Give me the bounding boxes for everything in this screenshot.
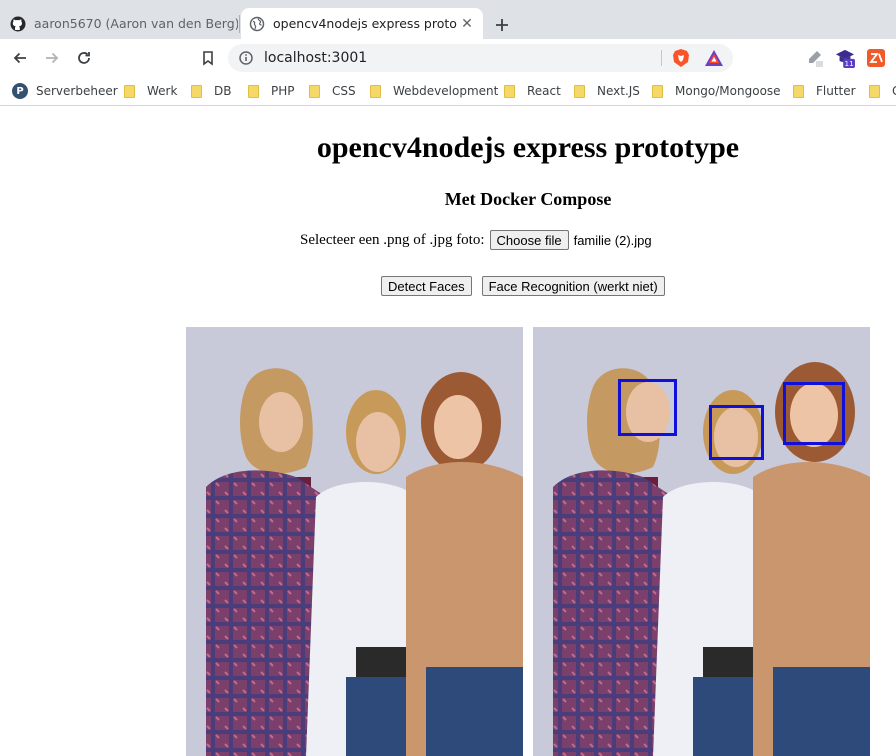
face-box xyxy=(783,382,845,445)
bookmark-webdevelopment[interactable]: Webdevelopment xyxy=(370,81,498,101)
bookmarks-bar: P Serverbeheer Werk DB PHP CSS Webdevelo… xyxy=(0,77,896,106)
close-icon[interactable]: ✕ xyxy=(457,14,477,34)
bookmark-label: Serverbeheer xyxy=(36,84,118,98)
file-upload-row: Selecteer een .png of .jpg foto: Choose … xyxy=(300,230,652,250)
back-button[interactable] xyxy=(7,46,33,70)
bookmark-db[interactable]: DB xyxy=(191,81,231,101)
arrow-left-icon xyxy=(13,52,26,64)
bookmark-mongo[interactable]: Mongo/Mongoose xyxy=(652,81,781,101)
bookmark-g[interactable]: G xyxy=(869,81,896,101)
reload-icon xyxy=(78,52,90,64)
divider xyxy=(661,50,662,66)
reload-button[interactable] xyxy=(71,46,97,70)
tab-strip: aaron5670 (Aaron van den Berg) opencv4no… xyxy=(0,0,896,39)
site-info-icon[interactable] xyxy=(238,50,254,66)
tab-active[interactable]: opencv4nodejs express prototype ✕ xyxy=(241,8,483,39)
bookmark-css[interactable]: CSS xyxy=(309,81,356,101)
eyedropper-icon[interactable] xyxy=(804,48,824,68)
new-tab-button[interactable] xyxy=(490,13,514,37)
detect-faces-button[interactable]: Detect Faces xyxy=(381,276,472,296)
folder-icon xyxy=(370,84,381,98)
extension-badge: 11 xyxy=(844,59,853,68)
bookmark-label: Mongo/Mongoose xyxy=(675,84,781,98)
bookmark-label: CSS xyxy=(332,84,356,98)
bookmark-react[interactable]: React xyxy=(504,81,561,101)
page-content: opencv4nodejs express prototype Met Dock… xyxy=(0,106,896,756)
bookmark-label: PHP xyxy=(271,84,295,98)
bookmark-button[interactable] xyxy=(195,46,221,70)
bookmark-php[interactable]: PHP xyxy=(248,81,295,101)
bookmark-nextjs[interactable]: Next.JS xyxy=(574,81,640,101)
bookmark-label: G xyxy=(892,84,896,98)
tab-separator xyxy=(239,15,240,33)
original-photo xyxy=(186,327,523,756)
bookmark-label: DB xyxy=(214,84,232,98)
tab-github[interactable]: aaron5670 (Aaron van den Berg) xyxy=(0,8,238,39)
bookmark-label: React xyxy=(527,84,561,98)
bookmark-label: Flutter xyxy=(816,84,856,98)
face-box xyxy=(618,379,677,436)
folder-icon xyxy=(124,84,135,98)
tab-title: aaron5670 (Aaron van den Berg) xyxy=(34,16,238,31)
page-title: opencv4nodejs express prototype xyxy=(316,131,740,164)
bookmark-icon xyxy=(203,51,213,66)
file-name: familie (2).jpg xyxy=(573,232,652,248)
folder-icon xyxy=(309,84,320,98)
folder-icon xyxy=(869,84,880,98)
file-label: Selecteer een .png of .jpg foto: xyxy=(300,231,485,248)
tab-title: opencv4nodejs express prototype xyxy=(273,16,457,31)
bookmark-serverbeheer[interactable]: P Serverbeheer xyxy=(12,81,118,101)
arrow-right-icon xyxy=(46,52,59,64)
bookmark-werk[interactable]: Werk xyxy=(124,81,177,101)
folder-icon xyxy=(191,84,202,98)
extension-orange-icon[interactable] xyxy=(866,48,886,68)
bookmark-label: Werk xyxy=(147,84,178,98)
page-subtitle: Met Docker Compose xyxy=(444,189,612,209)
url-text[interactable]: localhost:3001 xyxy=(264,49,367,67)
plus-icon xyxy=(496,19,508,31)
folder-icon xyxy=(652,84,663,98)
globe-icon xyxy=(249,16,265,32)
action-buttons: Detect Faces Face Recognition (werkt nie… xyxy=(381,276,665,296)
github-icon xyxy=(10,16,26,32)
bookmark-flutter[interactable]: Flutter xyxy=(793,81,856,101)
bookmark-label: Webdevelopment xyxy=(393,84,499,98)
p-icon: P xyxy=(12,83,28,99)
brave-shield-icon[interactable] xyxy=(671,48,691,68)
folder-icon xyxy=(504,84,515,98)
graduation-cap-icon[interactable]: 11 xyxy=(835,48,855,68)
bookmark-label: Next.JS xyxy=(597,84,640,98)
folder-icon xyxy=(574,84,585,98)
face-recognition-button[interactable]: Face Recognition (werkt niet) xyxy=(481,276,665,296)
face-box xyxy=(709,405,764,460)
forward-button[interactable] xyxy=(39,46,65,70)
choose-file-button[interactable]: Choose file xyxy=(489,230,569,250)
detected-photo xyxy=(533,327,870,756)
folder-icon xyxy=(793,84,804,98)
brave-rewards-icon[interactable] xyxy=(704,48,724,68)
folder-icon xyxy=(248,84,259,98)
